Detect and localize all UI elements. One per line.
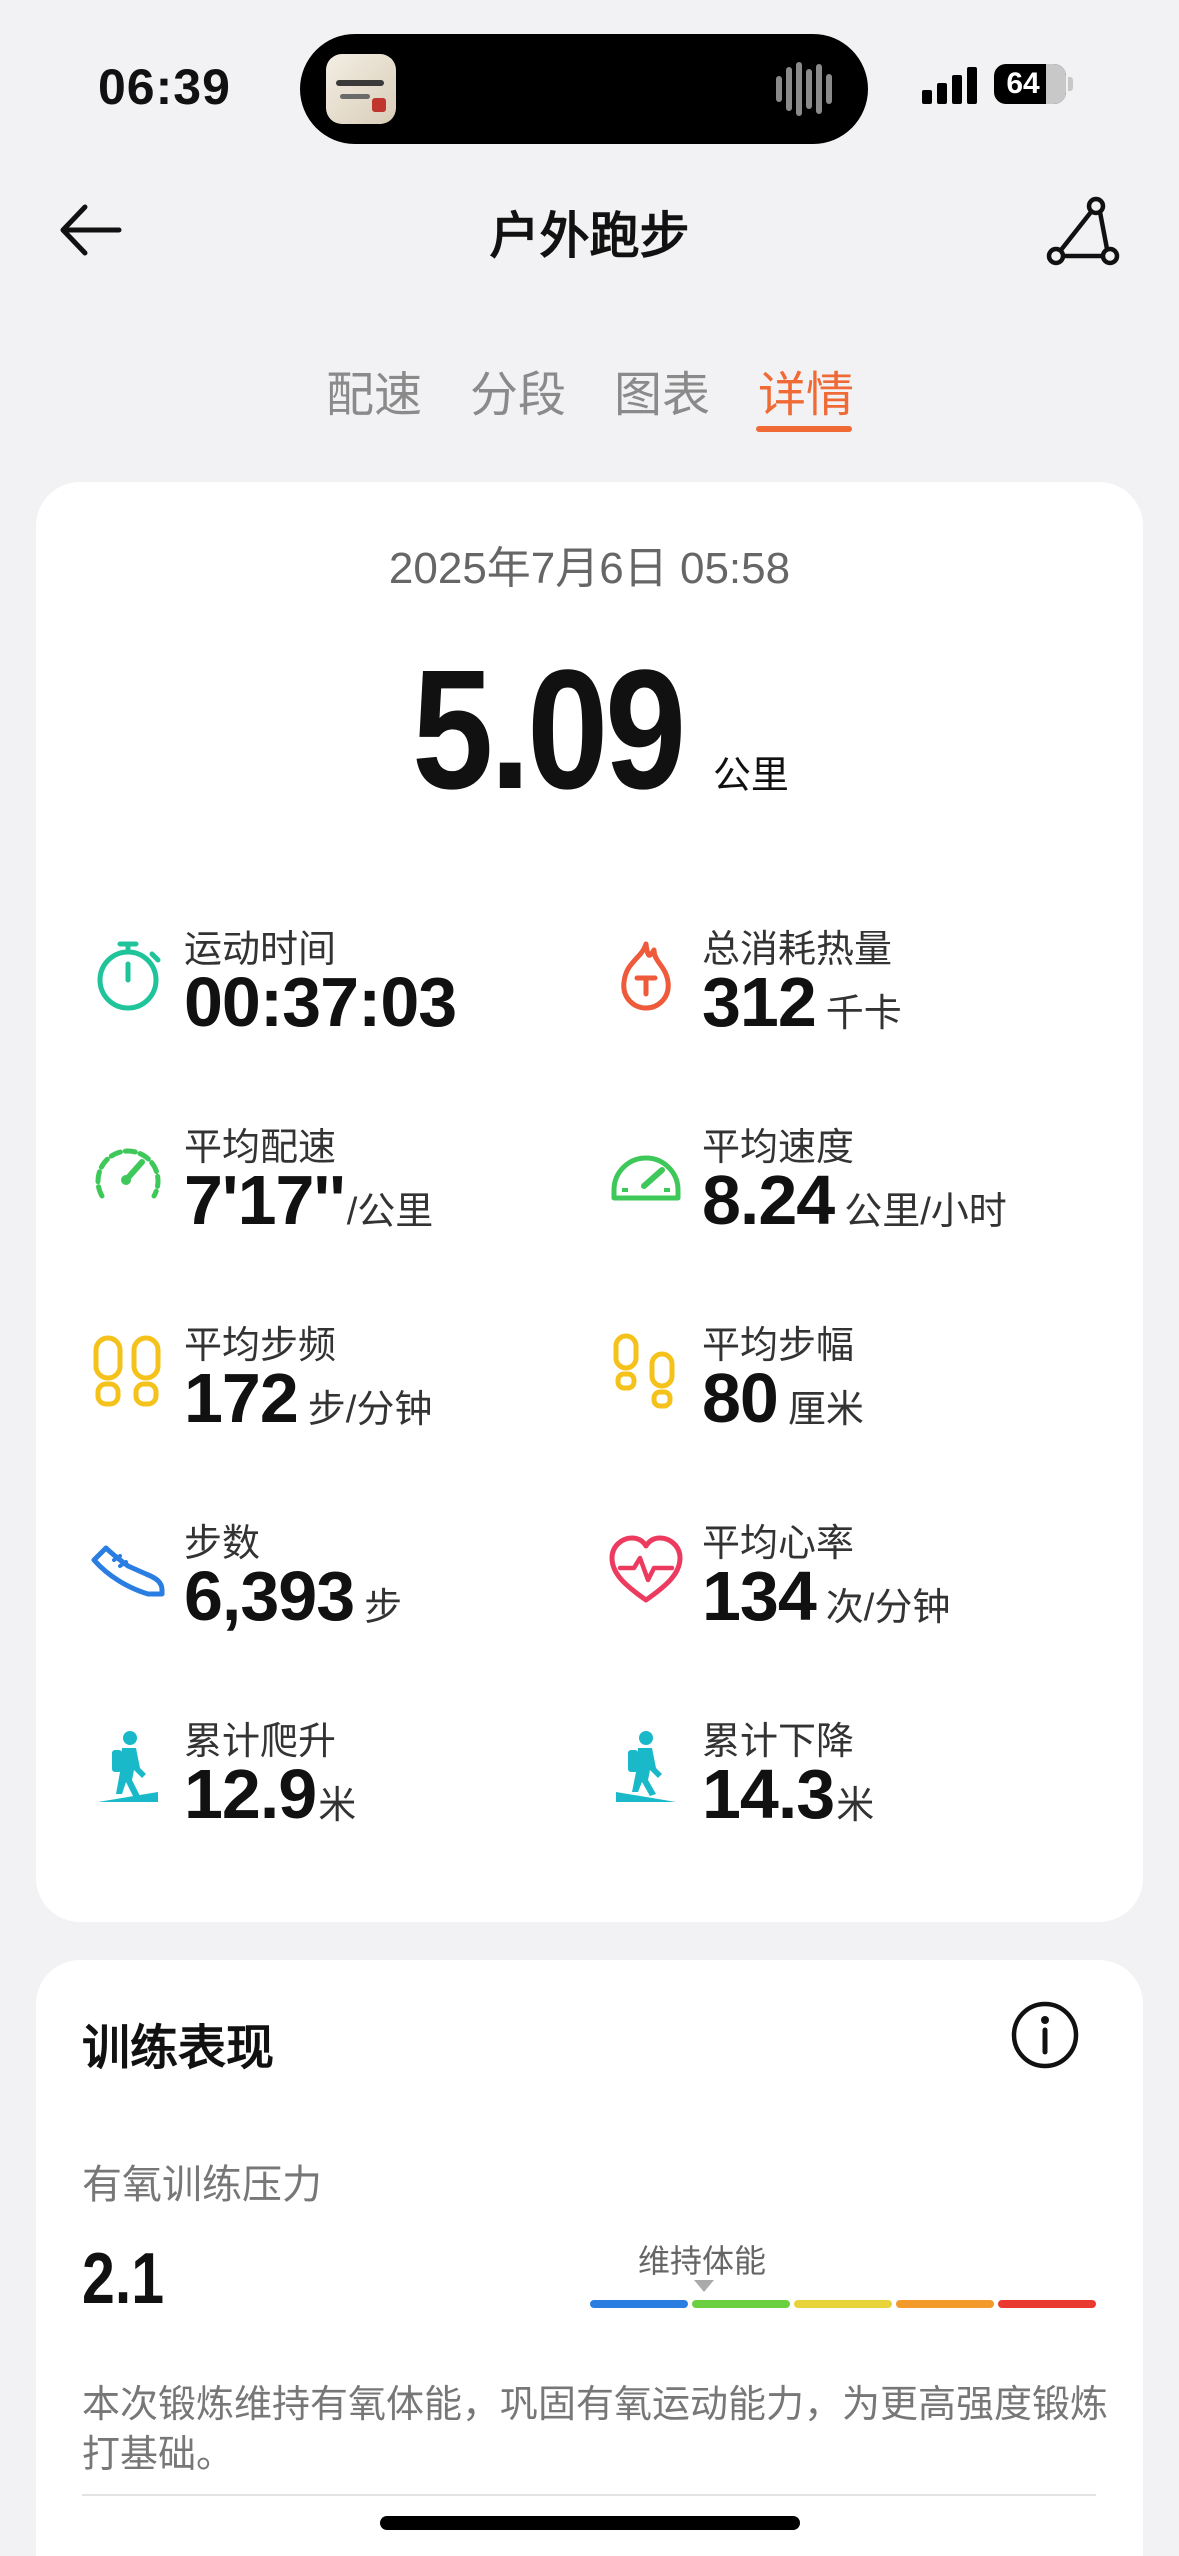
aerobic-level-label: 维持体能 [638,2243,767,2279]
metric-avg-speed: 平均速度 8.24 公里/小时 [606,1116,1106,1256]
metric-value: 12.9 [184,1755,317,1833]
pace-gauge-icon [95,1148,161,1199]
active-tab-indicator [756,426,852,432]
divider [82,2494,1096,2496]
metric-steps: 步数 6,393 步 [88,1512,588,1652]
footprints-icon [93,1335,161,1407]
metric-unit: 次/分钟 [825,1587,951,1629]
page-title: 户外跑步 [489,208,690,264]
metric-elevation-loss: 累计下降 14.3米 [606,1710,1106,1850]
route-icon [1046,196,1120,266]
stride-footprints-icon [613,1333,675,1409]
dynamic-island[interactable] [300,34,868,144]
metric-value: 8.24 [702,1161,835,1239]
metric-heart-rate: 平均心率 134 次/分钟 [606,1512,1106,1652]
level-marker-icon [694,2280,714,2292]
training-description: 本次锻炼维持有氧体能，巩固有氧运动能力，为更高强度锻炼打基础。 [82,2384,1109,2476]
home-indicator[interactable] [380,2516,800,2530]
audio-waveform-icon [776,62,840,116]
heart-rate-icon [609,1535,683,1603]
metric-elevation-gain: 累计爬升 12.9米 [88,1710,588,1850]
metric-value: 14.3 [702,1755,835,1833]
metric-unit: 步 [364,1587,403,1629]
tab-pace[interactable]: 配速 [326,355,422,425]
tab-splits[interactable]: 分段 [470,355,566,425]
scale-segment [896,2300,994,2308]
calorie-flame-icon [621,941,671,1011]
metric-cadence: 平均步频 172 步/分钟 [88,1314,588,1454]
workout-date: 2025年7月6日 05:58 [388,544,791,593]
speedometer-icon [611,1155,681,1201]
live-activity-app-icon[interactable] [326,54,396,124]
metric-value: 134 [702,1557,817,1635]
distance-unit: 公里 [712,755,789,797]
workout-summary-card: 2025年7月6日 05:58 5.09 公里 运动时间 00:37:03 总消耗… [36,482,1143,1922]
status-time: 06:39 [98,59,231,115]
metric-stride: 平均步幅 80 厘米 [606,1314,1106,1454]
stopwatch-icon [97,941,161,1011]
metric-value: 172 [184,1359,299,1437]
distance-value: 5.09 [412,635,686,825]
metric-unit: 米 [836,1785,875,1827]
total-distance: 5.09 公里 [36,632,1143,828]
tab-bar: 配速 分段 图表 详情 [0,355,1179,435]
status-bar: 06:39 64 [0,0,1179,170]
scale-segment [590,2300,688,2308]
metric-unit: 公里/小时 [844,1191,1007,1233]
tab-charts[interactable]: 图表 [614,355,710,425]
running-shoe-icon [91,1545,165,1597]
metric-value: 6,393 [184,1557,355,1635]
battery-icon: 64 [994,64,1066,104]
metric-unit: 千卡 [825,993,902,1035]
section-title: 训练表现 [82,2022,275,2075]
metric-value: 312 [702,963,817,1041]
metric-unit: /公里 [346,1191,434,1233]
aerobic-scale-bar [590,2300,1096,2308]
tab-details[interactable]: 详情 [758,355,854,425]
info-icon[interactable] [1010,2000,1080,2070]
scale-segment [998,2300,1096,2308]
metric-avg-pace: 平均配速 7'17''/公里 [88,1116,588,1256]
metric-unit: 厘米 [787,1389,864,1431]
hiker-uphill-icon [98,1731,158,1802]
metric-unit: 米 [318,1785,357,1827]
training-performance-card: 训练表现 有氧训练压力 2.1 维持体能 本次锻炼维持有氧体能，巩固有氧运动能力… [36,1960,1143,2556]
cellular-signal-icon [922,66,980,104]
hiker-downhill-icon [616,1731,676,1802]
aerobic-load-label: 有氧训练压力 [82,2163,322,2207]
metric-value: 80 [702,1359,779,1437]
metric-value: 00:37:03 [184,963,457,1041]
aerobic-load-value: 2.1 [82,2239,165,2319]
route-share-button[interactable] [1040,190,1124,274]
metric-unit: 步/分钟 [307,1389,433,1431]
battery-level: 64 [1006,67,1040,100]
scale-segment [692,2300,790,2308]
scale-segment [794,2300,892,2308]
metric-duration: 运动时间 00:37:03 [88,918,588,1058]
metric-calories: 总消耗热量 312 千卡 [606,918,1106,1058]
metric-value: 7'17'' [184,1161,346,1239]
